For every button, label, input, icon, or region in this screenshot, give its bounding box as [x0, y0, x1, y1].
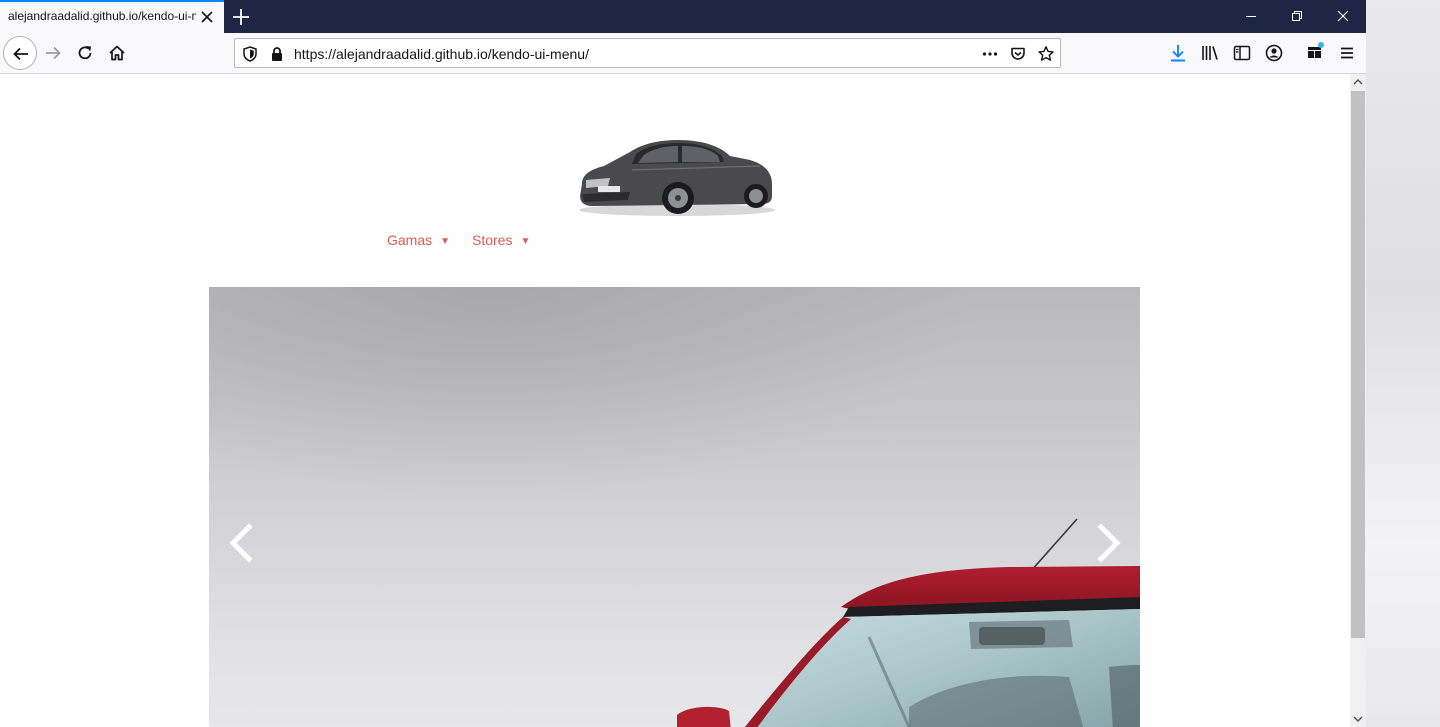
scroll-down-arrow-icon[interactable]	[1350, 711, 1366, 727]
reload-button[interactable]	[69, 37, 101, 69]
desktop-background	[1366, 0, 1440, 727]
hamburger-menu-icon[interactable]	[1335, 41, 1359, 65]
menu-item-stores[interactable]: Stores ▼	[472, 232, 530, 252]
carousel-prev-arrow-icon[interactable]	[221, 519, 261, 567]
carousel-slide-car-image	[677, 518, 1140, 727]
menu-item-label: Stores	[472, 232, 513, 248]
caret-down-icon: ▼	[520, 236, 531, 247]
back-button[interactable]	[3, 36, 37, 70]
account-icon[interactable]	[1262, 41, 1286, 65]
menu-item-label: Gamas	[387, 232, 433, 248]
caret-down-icon: ▼	[440, 236, 451, 247]
page-actions-icon[interactable]	[981, 45, 999, 63]
extensions-icon[interactable]	[1303, 41, 1327, 65]
tab-active[interactable]: alejandraadalid.github.io/kendo-ui-menu/	[0, 0, 224, 33]
lock-icon[interactable]	[268, 45, 286, 63]
image-carousel	[209, 287, 1140, 727]
url-text[interactable]: https://alejandraadalid.github.io/kendo-…	[294, 46, 589, 62]
title-bar: alejandraadalid.github.io/kendo-ui-menu/	[0, 0, 1366, 33]
scroll-up-arrow-icon[interactable]	[1350, 74, 1366, 90]
restore-button[interactable]	[1274, 0, 1320, 33]
navigation-toolbar: https://alejandraadalid.github.io/kendo-…	[0, 33, 1366, 74]
library-icon[interactable]	[1198, 41, 1222, 65]
tab-title: alejandraadalid.github.io/kendo-ui-menu/	[8, 9, 196, 23]
pocket-icon[interactable]	[1009, 45, 1027, 63]
minimize-button[interactable]	[1228, 0, 1274, 33]
menu-item-gamas[interactable]: Gamas ▼	[387, 232, 450, 252]
downloads-icon[interactable]	[1166, 41, 1190, 65]
home-button[interactable]	[101, 37, 133, 69]
page-scrollbar[interactable]	[1350, 74, 1366, 727]
logo-car-image[interactable]	[574, 122, 780, 218]
page-viewport: Gamas ▼ Stores ▼	[0, 74, 1350, 727]
forward-button[interactable]	[37, 37, 69, 69]
browser-window: alejandraadalid.github.io/kendo-ui-menu/	[0, 0, 1366, 727]
address-bar[interactable]: https://alejandraadalid.github.io/kendo-…	[234, 38, 1061, 68]
close-tab-icon[interactable]	[198, 8, 216, 26]
carousel-next-arrow-icon[interactable]	[1089, 519, 1129, 567]
close-window-button[interactable]	[1320, 0, 1366, 33]
tracking-protection-shield-icon[interactable]	[241, 45, 259, 63]
bookmark-star-icon[interactable]	[1037, 45, 1055, 63]
sidebar-icon[interactable]	[1230, 41, 1254, 65]
new-tab-button[interactable]	[229, 5, 253, 29]
scrollbar-thumb[interactable]	[1351, 91, 1365, 638]
notification-dot	[1318, 42, 1324, 48]
